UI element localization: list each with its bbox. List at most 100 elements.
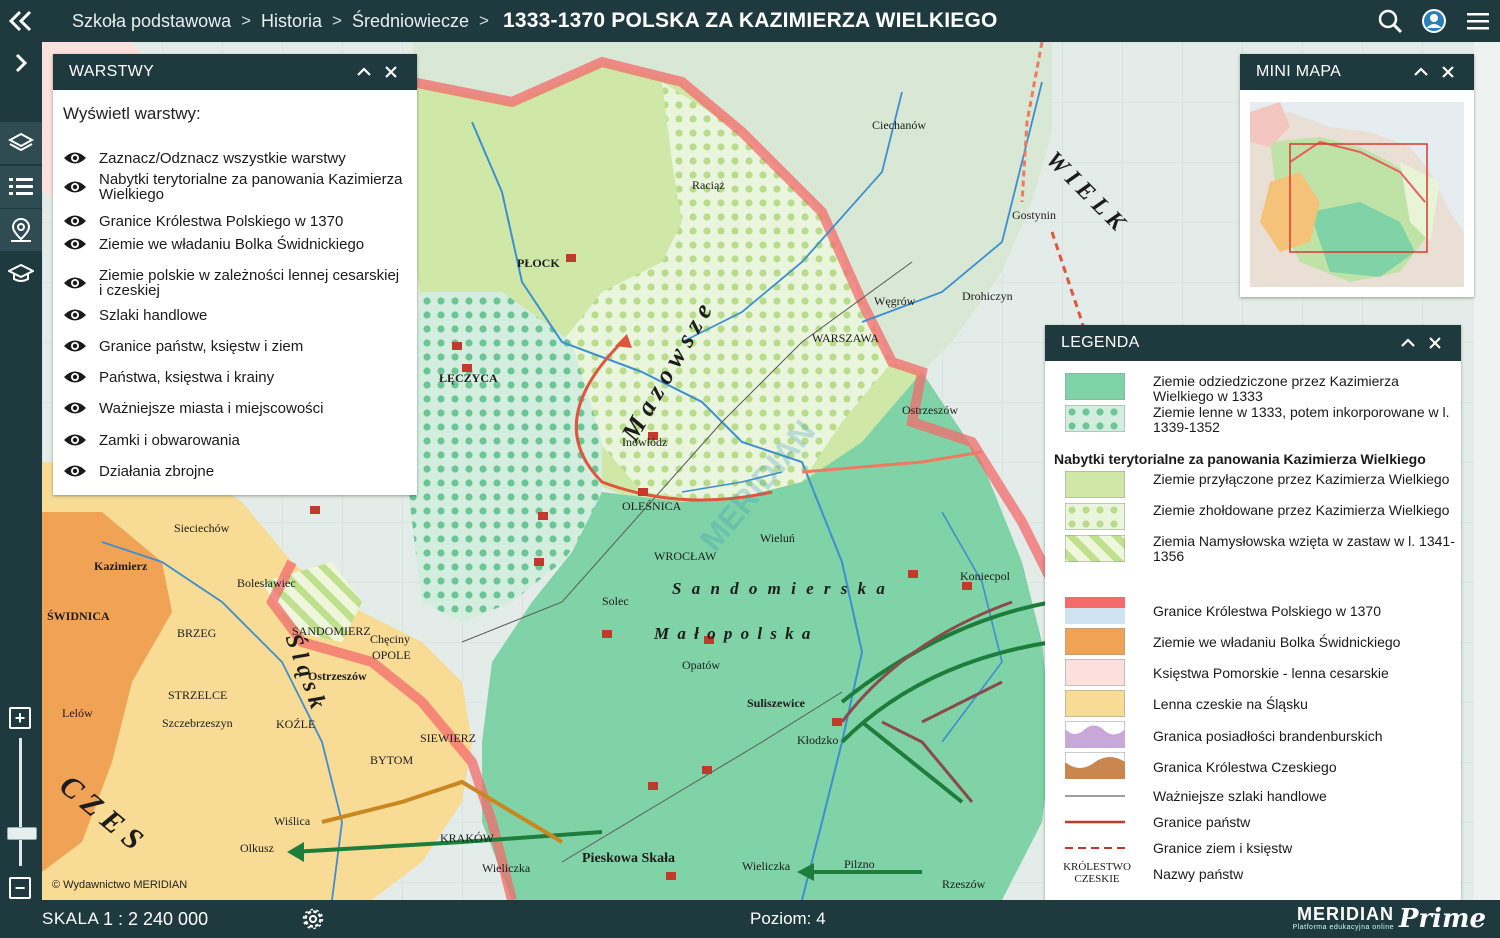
layer-toggle-item[interactable]: Szlaki handlowe (63, 307, 403, 323)
legend-label: Lenna czeskie na Śląsku (1153, 696, 1308, 712)
map-city-suliszewice: OPOLE (372, 648, 411, 662)
map-city-leczyca: ŁĘCZYCA (439, 371, 498, 385)
map-city-lukow: Ostrzeszów (902, 403, 958, 417)
zoom-slider-track[interactable] (19, 738, 22, 866)
bottom-bar: SKALA 1 : 2 240 000 Poziom: 4 MERIDIAN P… (0, 900, 1500, 938)
education-button[interactable] (0, 252, 42, 294)
layer-toggle-item[interactable]: Zaznacz/Odznacz wszystkie warstwy (63, 150, 403, 166)
eye-icon[interactable] (63, 400, 87, 416)
map-pin-button[interactable] (0, 209, 42, 251)
breadcrumb-item-history[interactable]: Historia (261, 11, 322, 32)
search-icon (1378, 9, 1403, 34)
collapse-legend-button[interactable] (1395, 325, 1421, 361)
settings-button[interactable] (300, 906, 326, 932)
legend-label: Księstwa Pomorskie - lenna cesarskie (1153, 665, 1389, 681)
legend-swatch-pledge (1065, 535, 1125, 562)
eye-icon[interactable] (63, 179, 87, 195)
layer-label: Ważniejsze miasta i miejscowości (99, 399, 324, 417)
zoom-in-button[interactable]: + (9, 707, 31, 729)
eye-icon[interactable] (63, 236, 87, 252)
user-button[interactable] (1412, 0, 1456, 42)
breadcrumb-item-school[interactable]: Szkoła podstawowa (72, 11, 231, 32)
minimap-view[interactable] (1250, 102, 1464, 287)
layer-label: Zaznacz/Odznacz wszystkie warstwy (99, 149, 346, 167)
breadcrumb-separator: > (332, 11, 342, 30)
map-city-oswiecim: KRAKÓW (440, 831, 495, 845)
layers-panel-title: WARSTWY (69, 63, 155, 80)
legend-label: Granice państw (1153, 814, 1251, 830)
layer-toggle-item[interactable]: Granice państw, księstw i ziem (63, 338, 403, 354)
eye-icon[interactable] (63, 369, 87, 385)
list-icon (9, 178, 33, 195)
legend-button[interactable] (0, 166, 42, 208)
map-city-plock: PŁOCK (517, 256, 560, 270)
eye-icon[interactable] (63, 213, 87, 229)
map-city-czestochowa: Chęciny (370, 632, 410, 646)
legend-section-title: Nabytki terytorialne za panowania Kazimi… (1054, 451, 1426, 467)
eye-icon[interactable] (63, 307, 87, 323)
map-city-opawa: Olkusz (240, 841, 274, 855)
minimap-panel-title: MINI MAPA (1256, 63, 1342, 80)
map-city-przedborz: Solec (602, 594, 629, 608)
legend-label: Granice ziem i księstw (1153, 840, 1293, 856)
legend-panel: LEGENDA Ziemie odziedziczone przez Kazim… (1045, 325, 1461, 900)
layer-toggle-item[interactable]: Zamki i obwarowania (63, 432, 403, 448)
layer-label: Nabytki terytorialne za panowania Kazimi… (99, 171, 403, 203)
breadcrumb-separator: > (241, 11, 252, 30)
close-layers-button[interactable] (378, 54, 404, 90)
map-city-swidnica: ŚWIDNICA (47, 609, 110, 623)
layer-label: Granice Królestwa Polskiego w 1370 (99, 212, 344, 230)
map-city-tarnow: Wieliczka (742, 859, 791, 873)
map-city-kielce: Opatów (682, 658, 720, 672)
layer-toggle-item[interactable]: Ziemie polskie w zależności lennej cesar… (63, 268, 403, 298)
legend-state-name-sample: KRÓLESTWO CZESKIE (1063, 861, 1131, 885)
map-city-warszawa: WARSZAWA (812, 331, 879, 345)
layer-toggle-item[interactable]: Państwa, księstwa i krainy (63, 369, 403, 385)
legend-swatch-annexed (1065, 471, 1125, 498)
map-city-klodzko: Lelów (62, 706, 93, 720)
legend-swatch-state-border (1065, 820, 1125, 824)
layer-toggle-item[interactable]: Granice Królestwa Polskiego w 1370 (63, 213, 403, 229)
zoom-slider-thumb[interactable] (7, 827, 37, 840)
layer-toggle-item[interactable]: Ziemie we władaniu Bolka Świdnickiego (63, 236, 403, 252)
legend-swatch-trade-route (1065, 795, 1125, 797)
hamburger-menu-icon (1467, 13, 1489, 30)
map-city-brzeg: BRZEG (177, 626, 217, 640)
eye-icon[interactable] (63, 275, 87, 291)
layers-icon (8, 132, 34, 152)
legend-label: Ziemie lenne w 1333, potem inkorporowane… (1153, 404, 1450, 435)
map-city-zator: Wieliczka (482, 861, 531, 875)
expand-panel-button[interactable] (0, 42, 42, 84)
layers-button[interactable] (0, 122, 42, 164)
layer-label: Państwa, księstwa i krainy (99, 368, 275, 386)
collapse-layers-button[interactable] (351, 54, 377, 90)
back-button[interactable] (0, 0, 42, 42)
close-legend-button[interactable] (1422, 325, 1448, 361)
map-city-bielsk: Gostynin (1012, 208, 1056, 222)
layer-toggle-item[interactable]: Działania zbrojne (63, 463, 403, 479)
layer-label: Zamki i obwarowania (99, 431, 240, 449)
chevron-right-icon (15, 53, 28, 73)
eye-icon[interactable] (63, 463, 87, 479)
close-minimap-button[interactable] (1435, 54, 1461, 90)
layer-toggle-item[interactable]: Nabytki terytorialne za panowania Kazimi… (63, 172, 403, 202)
menu-button[interactable] (1456, 0, 1500, 42)
eye-icon[interactable] (63, 150, 87, 166)
layer-toggle-item[interactable]: Ważniejsze miasta i miejscowości (63, 400, 403, 416)
map-city-drohiczyn: Drohiczyn (962, 289, 1013, 303)
chevron-up-icon (1401, 338, 1415, 347)
collapse-minimap-button[interactable] (1408, 54, 1434, 90)
zoom-out-button[interactable]: − (9, 877, 31, 899)
map-city-bytom: BYTOM (370, 753, 413, 767)
legend-label: Ziemie przyłączone przez Kazimierza Wiel… (1153, 471, 1450, 487)
minimap-graphic[interactable] (1250, 102, 1464, 287)
map-city-sandomierz: Suliszewice (747, 696, 806, 710)
layers-heading: Wyświetl warstwy: (63, 104, 201, 123)
breadcrumb-item-middle-ages[interactable]: Średniowiecze (352, 11, 469, 32)
layer-label: Szlaki handlowe (99, 306, 208, 324)
search-button[interactable] (1368, 0, 1412, 42)
eye-icon[interactable] (63, 432, 87, 448)
chevron-up-icon (357, 67, 371, 76)
legend-label: Ziemia Namysłowska wzięta w zastaw w l. … (1153, 533, 1455, 564)
eye-icon[interactable] (63, 338, 87, 354)
